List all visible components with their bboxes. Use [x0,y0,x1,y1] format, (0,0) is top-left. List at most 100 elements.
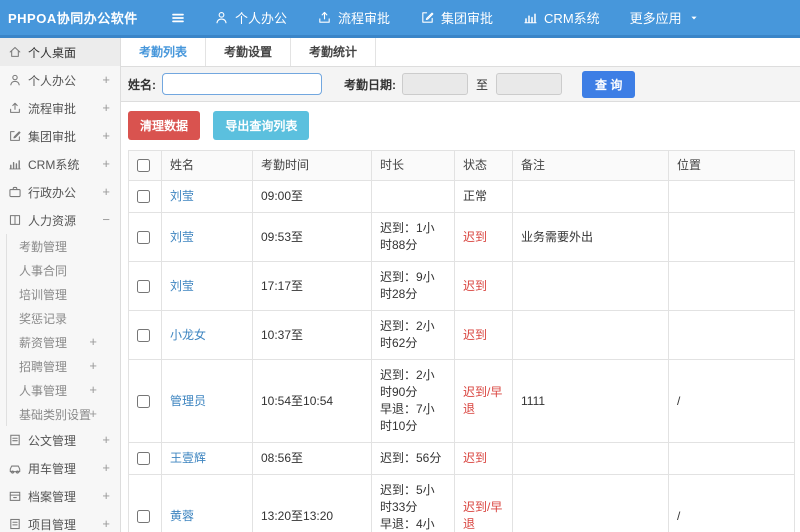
sidebar-item-label: 档案管理 [28,489,77,504]
row-checkbox[interactable] [137,509,150,523]
sidebar-item-vehicle-management[interactable]: 用车管理 + [0,454,120,482]
select-all-checkbox[interactable] [137,159,150,173]
expand-indicator: + [102,432,110,447]
employee-name-link[interactable]: 刘莹 [170,230,194,244]
tab-attendance-statistics[interactable]: 考勤统计 [291,38,377,66]
sidebar-subitem-attendance-management[interactable]: 考勤管理 [7,234,120,258]
sidebar-item-label: 用车管理 [28,461,77,476]
name-input[interactable] [162,73,322,95]
employee-name-link[interactable]: 刘莹 [170,279,194,293]
sidebar-subitem-reward-punishment[interactable]: 奖惩记录 [7,306,120,330]
attendance-time: 10:54至10:54 [252,359,372,443]
row-checkbox[interactable] [137,394,150,408]
location-text [668,310,795,360]
row-checkbox[interactable] [137,279,150,293]
nav-item-personal-office[interactable]: 个人办公 [214,8,287,27]
sidebar-item-project-management[interactable]: 项目管理 + [0,510,120,532]
filter-bar: 姓名: 考勤日期: 至 查 询 [121,67,800,102]
date-to-input[interactable] [496,73,563,95]
table-row: 王壹辉 08:56至 迟到：56分 迟到 [128,442,795,475]
nav-label: 更多应用 [629,11,682,26]
sidebar-subitem-label: 薪资管理 [19,335,68,350]
column-header-location: 位置 [668,150,795,181]
row-checkbox[interactable] [137,328,150,342]
duration-cell: 迟到：56分 [371,442,455,475]
sidebar-subitem-personnel-management[interactable]: 人事管理 + [7,378,120,402]
sidebar-subitem-label: 招聘管理 [19,359,68,374]
nav-label: 流程审批 [338,11,391,26]
export-list-button[interactable]: 导出查询列表 [213,111,310,140]
employee-name-link[interactable]: 管理员 [170,394,206,408]
duration-cell: 迟到：5小时33分早退：4小时67分 [371,474,455,532]
location-text [668,261,795,311]
sidebar-subitem-recruit-management[interactable]: 招聘管理 + [7,354,120,378]
sidebar-subitem-training-management[interactable]: 培训管理 [7,282,120,306]
sidebar-subitem-label: 培训管理 [19,287,68,302]
sidebar-item-personal-office[interactable]: 个人办公 + [0,66,120,94]
sidebar-item-crm-system[interactable]: CRM系统 + [0,150,120,178]
tab-attendance-list[interactable]: 考勤列表 [121,38,207,66]
sidebar-subitem-salary-management[interactable]: 薪资管理 + [7,330,120,354]
attendance-table-wrap: 姓名 考勤时间 时长 状态 备注 位置 刘莹 09:00至 正常 刘莹 09:5… [121,140,800,532]
sidebar-item-human-resources[interactable]: 人力资源 − [0,206,120,234]
expand-indicator: + [102,516,110,531]
column-header-duration: 时长 [371,150,455,181]
tab-bar: 考勤列表 考勤设置 考勤统计 [121,38,800,67]
sidebar-subitem-hr-contract[interactable]: 人事合同 [7,258,120,282]
briefcase-icon [8,185,22,199]
hamburger-menu-icon[interactable] [170,10,186,26]
employee-name-link[interactable]: 王壹辉 [170,451,206,465]
attendance-time: 09:53至 [252,212,372,262]
date-from-input[interactable] [402,73,468,95]
nav-item-more-apps[interactable]: 更多应用 [630,8,700,27]
sidebar-subitem-label: 考勤管理 [19,239,68,254]
sidebar: 个人桌面 个人办公 + 流程审批 + 集团审批 + CRM系统 + 行政办公 +… [0,38,121,532]
duration-line: 迟到：1小时88分 [380,221,435,252]
book-icon [8,213,22,227]
table-row: 刘莹 09:53至 迟到：1小时88分 迟到 业务需要外出 [128,212,795,262]
nav-item-group-approval[interactable]: 集团审批 [420,8,493,27]
name-label: 姓名: [128,77,156,92]
attendance-time: 08:56至 [252,442,372,475]
sidebar-item-admin-office[interactable]: 行政办公 + [0,178,120,206]
to-label: 至 [476,77,489,92]
action-bar: 清理数据 导出查询列表 [121,102,800,140]
tab-attendance-settings[interactable]: 考勤设置 [206,38,292,66]
duration-line: 早退：4小时67分 [380,517,435,531]
employee-name-link[interactable]: 刘莹 [170,189,194,203]
table-row: 刘莹 09:00至 正常 [128,180,795,213]
status-text: 迟到 [454,442,513,475]
sidebar-item-workflow-approval[interactable]: 流程审批 + [0,94,120,122]
status-text: 迟到/早退 [454,359,513,443]
status-text: 迟到/早退 [454,474,513,532]
row-checkbox[interactable] [137,230,150,244]
flow-icon [8,101,22,115]
remark-text [512,310,669,360]
sidebar-item-document-management[interactable]: 公文管理 + [0,426,120,454]
row-checkbox[interactable] [137,452,150,466]
employee-name-link[interactable]: 小龙女 [170,328,206,342]
clean-data-button[interactable]: 清理数据 [128,111,201,140]
sidebar-subitem-label: 人事合同 [19,263,68,278]
search-button[interactable]: 查 询 [582,70,636,98]
nav-label: 个人办公 [235,11,288,26]
sidebar-item-label: CRM系统 [28,157,80,172]
nav-label: CRM系统 [544,11,600,26]
duration-line: 迟到：56分 [380,451,442,465]
sidebar-item-group-approval[interactable]: 集团审批 + [0,122,120,150]
expand-indicator: + [89,358,97,373]
flow-icon [317,10,332,25]
sidebar-subitem-base-category-settings[interactable]: 基础类别设置 + [7,402,120,426]
expand-indicator: + [89,382,97,397]
sidebar-item-personal-desktop[interactable]: 个人桌面 [0,38,120,66]
sidebar-item-archive-management[interactable]: 档案管理 + [0,482,120,510]
employee-name-link[interactable]: 黄蓉 [170,509,194,523]
edit-icon [8,129,22,143]
location-text: / [668,474,795,532]
expand-indicator: + [102,488,110,503]
row-checkbox[interactable] [137,190,150,204]
nav-item-crm-system[interactable]: CRM系统 [523,8,600,27]
nav-item-workflow-approval[interactable]: 流程审批 [317,8,390,27]
remark-text [512,442,669,475]
sidebar-item-label: 集团审批 [28,129,77,144]
